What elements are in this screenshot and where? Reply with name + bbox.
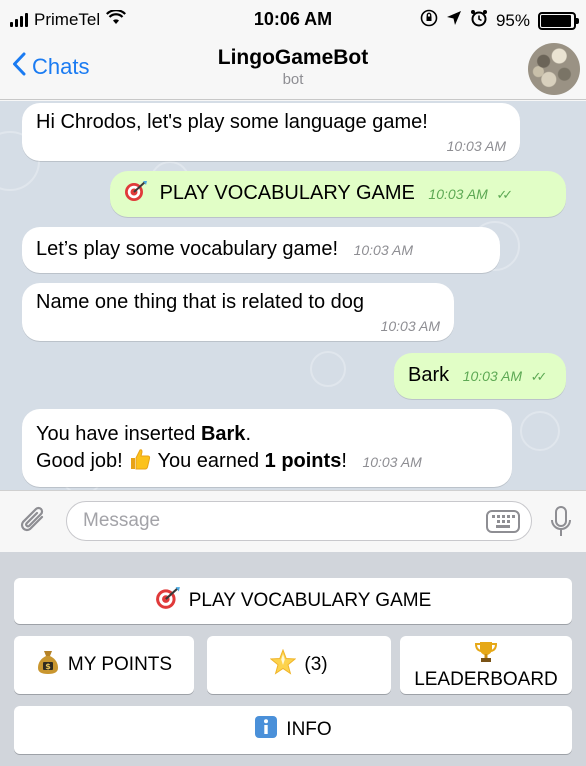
- star-icon: [270, 648, 297, 681]
- status-right: 95%: [420, 9, 579, 32]
- money-bag-icon: $: [36, 649, 60, 681]
- message-bubble-incoming[interactable]: Hi Chrodos, let's play some language gam…: [22, 103, 520, 161]
- paperclip-icon[interactable]: [18, 505, 48, 542]
- read-checkmarks-icon: ✓✓: [530, 369, 548, 384]
- message-text: Name one thing that is related to dog: [36, 291, 364, 313]
- message-text: !: [341, 450, 347, 472]
- chevron-left-icon: [12, 52, 26, 82]
- battery-icon: [538, 11, 579, 30]
- nav-bar: Chats LingoGameBot bot: [0, 40, 586, 100]
- keyboard-toggle-icon[interactable]: [486, 510, 520, 533]
- button-label: INFO: [286, 719, 332, 740]
- message-text: Hi Chrodos, let's play some language gam…: [36, 111, 428, 133]
- read-checkmarks-icon: ✓✓: [496, 187, 513, 202]
- button-label: LEADERBOARD: [414, 669, 558, 690]
- dart-target-icon: [155, 586, 181, 616]
- message-input[interactable]: [66, 501, 532, 541]
- dart-target-icon: [124, 180, 148, 209]
- message-bubble-outgoing[interactable]: Bark 10:03 AM ✓✓: [394, 353, 566, 399]
- chat-title: LingoGameBot: [217, 46, 369, 69]
- play-vocabulary-game-button[interactable]: PLAY VOCABULARY GAME: [14, 578, 572, 624]
- message-time: 10:03 AM: [462, 368, 523, 384]
- button-label: MY POINTS: [67, 654, 173, 675]
- message-text: Bark: [408, 364, 450, 386]
- message-time: 10:03 AM: [362, 454, 422, 470]
- message-text: Good job!: [36, 450, 129, 472]
- message-bubble-incoming[interactable]: Let’s play some vocabulary game! 10:03 A…: [22, 227, 500, 273]
- chat-area[interactable]: Hi Chrodos, let's play some language gam…: [0, 101, 586, 490]
- message-text: Let’s play some vocabulary game!: [36, 238, 339, 260]
- back-button-label: Chats: [32, 54, 90, 79]
- message-text: PLAY VOCABULARY GAME: [159, 182, 415, 204]
- message-line: You have inserted Bark.: [36, 421, 498, 447]
- battery-percent: 95%: [495, 10, 530, 30]
- message-text: You have inserted: [36, 423, 201, 445]
- message-bold-text: 1 points: [264, 450, 342, 472]
- orientation-lock-icon: [420, 9, 438, 32]
- message-time: 10:03 AM: [353, 242, 413, 258]
- svg-text:$: $: [45, 662, 51, 671]
- info-icon: [254, 715, 278, 745]
- chat-header[interactable]: LingoGameBot bot: [150, 46, 436, 88]
- message-composer: [0, 490, 586, 552]
- message-bubble-outgoing[interactable]: PLAY VOCABULARY GAME 10:03 AM ✓✓: [110, 171, 566, 217]
- background-doodle: [520, 411, 560, 451]
- button-label: (3): [304, 654, 328, 675]
- button-label: PLAY VOCABULARY GAME: [188, 590, 432, 611]
- message-time: 10:03 AM: [380, 318, 440, 334]
- location-icon: [446, 10, 462, 31]
- stars-button[interactable]: (3): [207, 636, 391, 694]
- message-line: Good job! You earned 1 points! 10:03 AM: [36, 447, 498, 478]
- bot-reply-keyboard: PLAY VOCABULARY GAME $ MY POINTS (3) LEA…: [0, 552, 586, 766]
- back-button[interactable]: Chats: [12, 52, 89, 82]
- background-doodle: [310, 351, 346, 387]
- message-text: .: [245, 423, 251, 445]
- my-points-button[interactable]: $ MY POINTS: [14, 636, 194, 694]
- message-bubble-incoming[interactable]: Name one thing that is related to dog 10…: [22, 283, 454, 341]
- info-button[interactable]: INFO: [14, 706, 572, 754]
- microphone-icon[interactable]: [550, 505, 572, 544]
- leaderboard-button[interactable]: LEADERBOARD: [400, 636, 572, 694]
- alarm-icon: [470, 9, 488, 32]
- message-time: 10:03 AM: [446, 138, 506, 154]
- thumbs-up-icon: [128, 447, 152, 478]
- message-bubble-incoming[interactable]: You have inserted Bark. Good job! You ea…: [22, 409, 512, 487]
- message-bold-text: Bark: [200, 423, 246, 445]
- bot-avatar[interactable]: [528, 43, 580, 95]
- status-bar: PrimeTel 10:06 AM 95%: [0, 0, 586, 40]
- trophy-icon: [474, 641, 498, 669]
- chat-subtitle: bot: [282, 71, 304, 88]
- message-time: 10:03 AM: [428, 186, 488, 202]
- message-text: You earned: [152, 450, 265, 472]
